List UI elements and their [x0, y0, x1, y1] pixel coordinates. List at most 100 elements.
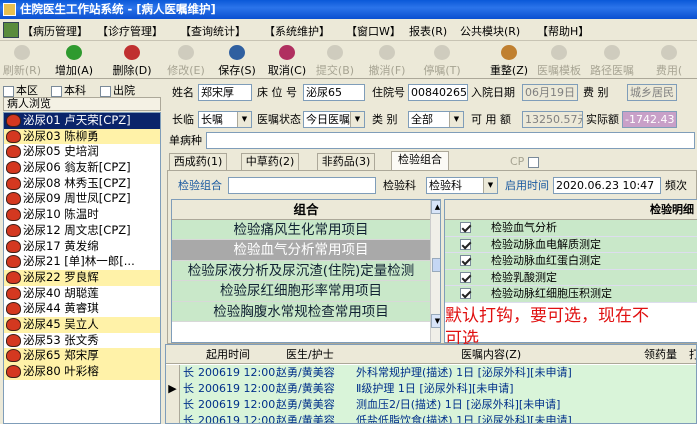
col-dispense-qty[interactable]: 领药量 [644, 345, 677, 364]
checkbox-icon[interactable] [100, 85, 111, 97]
patient-avatar-icon [6, 145, 21, 159]
patient-bed: 泌尿01 [23, 113, 61, 127]
scroll-down-icon[interactable]: ▼ [431, 314, 440, 328]
group-scrollbar[interactable]: ▲ ▼ [430, 200, 440, 342]
fee-type-field: 城乡居民 [627, 84, 677, 101]
order-status-select[interactable]: 今日医嘱 [303, 111, 365, 128]
order-row[interactable]: 长 200619 12:00 赵勇/黄美容 外科常规护理(描述) 1日 [泌尿外科][… [166, 365, 696, 381]
menu-medical-records[interactable]: 【病历管理】 [22, 23, 88, 39]
patient-avatar-icon [6, 176, 21, 190]
admit-date-label: 入院日期 [471, 86, 515, 99]
tab-non-drug[interactable]: 非药品(3) [317, 153, 375, 171]
menu-reports[interactable]: 报表(R) [409, 23, 447, 39]
enable-time-field[interactable]: 2020.06.23 10:47 [553, 177, 661, 194]
lab-group-row[interactable]: 检验血气分析常用项目 [172, 240, 430, 261]
checkbox-icon[interactable] [3, 85, 14, 97]
toolbar-button-delete[interactable]: 删除(D) [110, 43, 154, 78]
long-temp-select[interactable]: 长嘱 [198, 111, 252, 128]
toolbar-button-order-template[interactable]: 医嘱模板 [533, 43, 585, 78]
disease-field[interactable] [206, 132, 695, 149]
col-doctor-nurse[interactable]: 医生/护士 [286, 345, 334, 364]
filter-this-ward[interactable]: 本区 [3, 82, 38, 98]
row-indicator-icon [166, 413, 180, 423]
filter-this-dept[interactable]: 本科 [51, 82, 86, 98]
orders-table: 起用时间 医生/护士 医嘱内容(Z) 领药量 打 长200619 12:00赵勇… [165, 344, 697, 424]
patient-row[interactable]: 泌尿01 卢天荣[CPZ] [4, 113, 160, 129]
patient-row[interactable]: 泌尿03 陈柳勇 [4, 128, 160, 145]
admission-field[interactable]: 00840265 [408, 84, 468, 101]
tab-herbal-medicine[interactable]: 中草药(2) [241, 153, 299, 171]
lab-group-row[interactable]: 检验胸腹水常规检查常用项目 [172, 301, 430, 322]
patient-row[interactable]: 泌尿44 黄睿琪 [4, 301, 160, 317]
lab-detail-row[interactable]: 检验乳酸测定 [445, 269, 697, 286]
menu-treatment[interactable]: 【诊疗管理】 [97, 23, 163, 39]
patient-avatar-icon [6, 317, 21, 331]
order-content: 测血压2/日(描述) 1日 [泌尿外科][未申请] [356, 398, 561, 411]
checkbox-icon[interactable] [51, 85, 62, 97]
add-icon [66, 45, 82, 60]
order-start-time: 200619 12:00 [198, 382, 276, 395]
patient-row[interactable]: 泌尿17 黄发绵 [4, 239, 160, 255]
menu-public-modules[interactable]: 公共模块(R) [460, 23, 520, 39]
toolbar-button-cancel[interactable]: 取消(C) [265, 43, 309, 78]
category-select[interactable]: 全部 [408, 111, 464, 128]
toolbar-button-stop-order[interactable]: 停嘱(T) [420, 43, 464, 78]
menu-query-stats[interactable]: 【查询统计】 [180, 23, 246, 39]
patient-row[interactable]: 泌尿21 [单]林一郎[... [4, 254, 160, 270]
order-row[interactable]: 长 200619 12:00 赵勇/黄美容 低盐低脂饮食(描述) 1日 [泌尿外科][… [166, 413, 696, 423]
patient-row[interactable]: 泌尿12 周文忠[CPZ] [4, 223, 160, 239]
toolbar-button-save[interactable]: 保存(S) [215, 43, 259, 78]
lab-dept-select[interactable]: 检验科 [426, 177, 498, 194]
toolbar-button-reorganize[interactable]: 重整(Z) [484, 43, 534, 78]
toolbar-button-undo[interactable]: 撤消(F) [367, 43, 407, 78]
toolbar-button-add[interactable]: 增加(A) [52, 43, 96, 78]
order-row[interactable]: 长 200619 12:00 赵勇/黄美容 测血压2/日(描述) 1日 [泌尿外科][… [166, 397, 696, 413]
patient-row[interactable]: 泌尿08 林秀玉[CPZ] [4, 176, 160, 192]
lab-group-input[interactable] [228, 177, 376, 194]
tab-lab-group[interactable]: 检验组合 [391, 151, 449, 171]
detail-checkbox[interactable] [460, 255, 471, 266]
filter-discharged[interactable]: 出院 [100, 82, 135, 98]
order-row[interactable]: ▶ 长 200619 12:00 赵勇/黄美容 Ⅱ级护理 1日 [泌尿外科][未申请] [166, 381, 696, 397]
patient-row[interactable]: 泌尿80 叶彩榕 [4, 364, 160, 380]
patient-row[interactable]: 泌尿45 吴立人 [4, 316, 160, 333]
patient-row[interactable]: 泌尿65 郑宋厚 [4, 348, 160, 364]
cp-checkbox[interactable] [527, 156, 539, 168]
col-start-time[interactable]: 起用时间 [206, 345, 250, 364]
lab-detail-row[interactable]: 检验动脉红细胞压积测定 [445, 286, 697, 303]
lab-group-row[interactable]: 检验尿红细胞形率常用项目 [172, 281, 430, 302]
patient-row[interactable]: 泌尿09 周世凤[CPZ] [4, 191, 160, 207]
patient-row[interactable]: 泌尿22 罗良辉 [4, 269, 160, 286]
menu-system[interactable]: 【系统维护】 [264, 23, 330, 39]
patient-row[interactable]: 泌尿40 胡聪莲 [4, 286, 160, 302]
lab-detail-row[interactable]: 检验动脉血红蛋白测定 [445, 253, 697, 270]
patient-name: 黄睿琪 [64, 301, 99, 316]
scroll-thumb[interactable] [432, 258, 440, 272]
detail-checkbox[interactable] [460, 222, 471, 233]
col-order-content[interactable]: 医嘱内容(Z) [461, 345, 521, 364]
patient-row[interactable]: 泌尿06 翁友新[CPZ] [4, 160, 160, 176]
patient-row[interactable]: 泌尿53 张文秀 [4, 333, 160, 349]
tab-western-medicine[interactable]: 西成药(1) [169, 153, 227, 171]
detail-checkbox[interactable] [460, 271, 471, 283]
patient-list[interactable]: 泌尿01 卢天荣[CPZ] 泌尿03 陈柳勇 泌尿05 史培润 泌尿06 翁友新[CP… [3, 112, 161, 424]
toolbar-button-pathway[interactable]: 路径医嘱 [584, 43, 640, 78]
patient-row[interactable]: 泌尿05 史培润 [4, 144, 160, 160]
bed-field[interactable]: 泌尿65 [303, 84, 365, 101]
col-print[interactable]: 打 [689, 345, 696, 364]
lab-group-row[interactable]: 检验尿液分析及尿沉渣(住院)定量检测 [172, 260, 430, 282]
scroll-up-icon[interactable]: ▲ [431, 200, 440, 214]
toolbar-button-fee[interactable]: 费用( [646, 43, 692, 78]
menu-help[interactable]: 【帮助H】 [537, 23, 589, 39]
toolbar-button-edit[interactable]: 修改(E) [166, 43, 206, 78]
patient-row[interactable]: 泌尿10 陈温时 [4, 207, 160, 223]
name-field[interactable]: 郑宋厚 [198, 84, 252, 101]
toolbar-button-refresh[interactable]: 刷新(R) [2, 43, 42, 78]
menu-window[interactable]: 【窗口W】 [346, 23, 401, 39]
lab-detail-row[interactable]: 检验动脉血电解质测定 [445, 236, 697, 253]
detail-checkbox[interactable] [460, 238, 471, 250]
toolbar-button-submit[interactable]: 提交(B) [314, 43, 356, 78]
lab-detail-row[interactable]: 检验血气分析 [445, 220, 697, 237]
detail-checkbox[interactable] [460, 288, 471, 299]
lab-group-row[interactable]: 检验痛风生化常用项目 [172, 220, 430, 241]
